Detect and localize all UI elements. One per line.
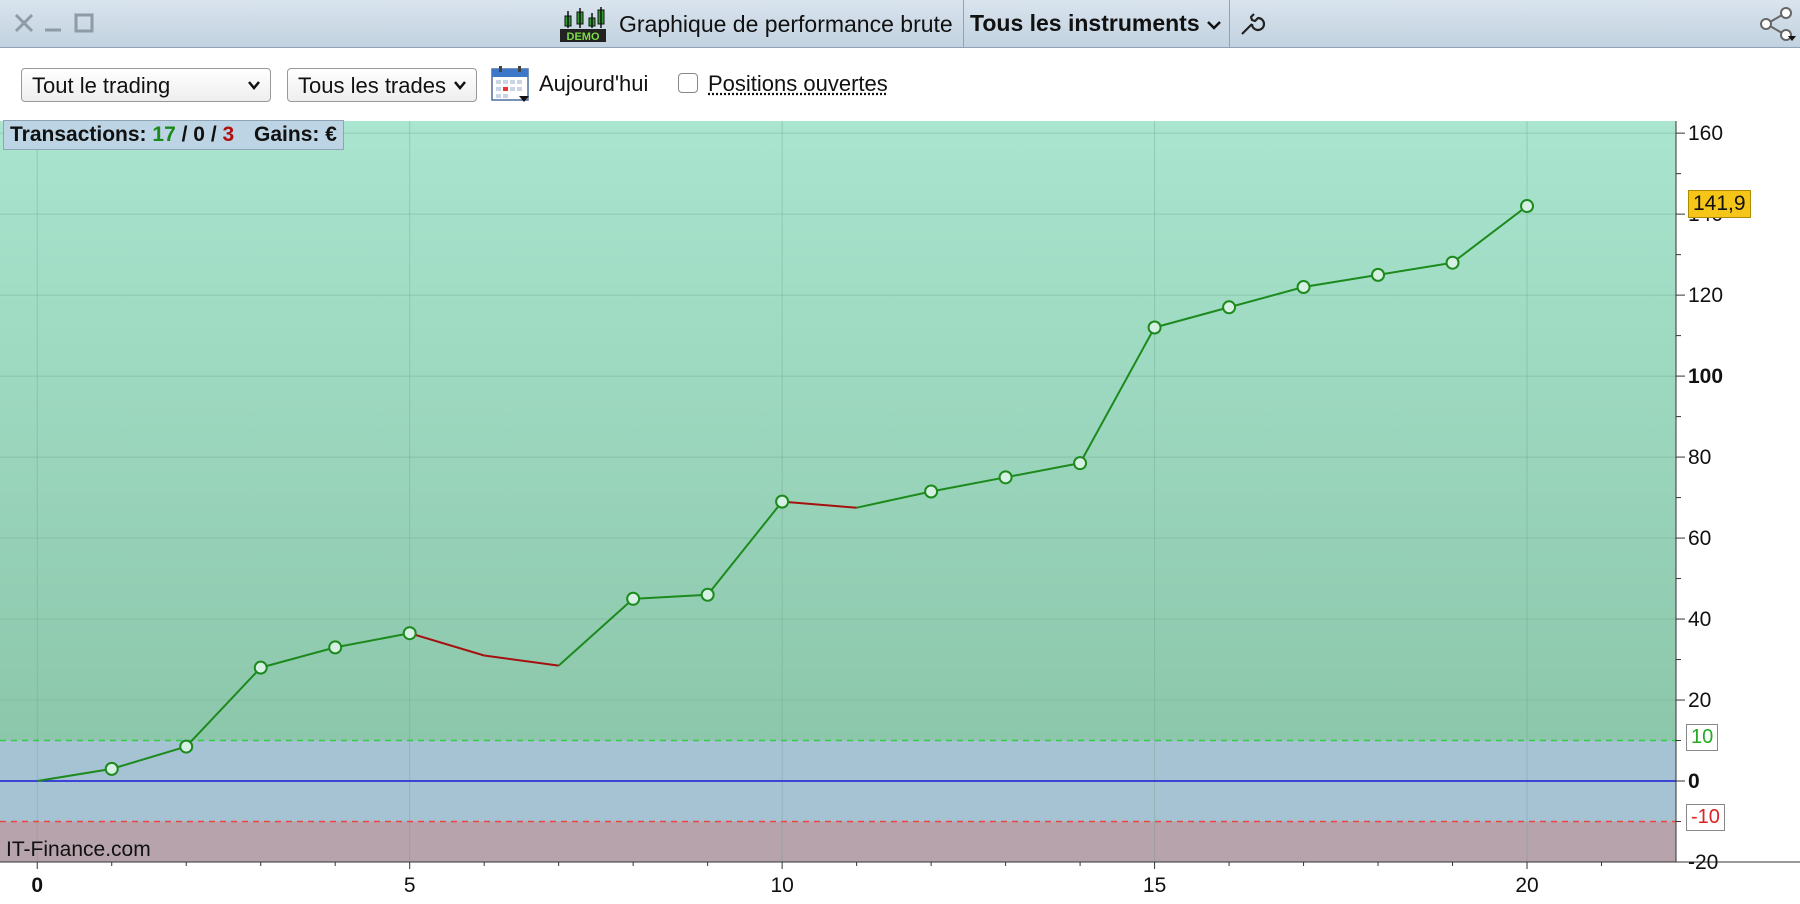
data-point bbox=[924, 484, 939, 499]
neutral-count: 0 bbox=[193, 123, 205, 146]
data-point bbox=[1222, 300, 1237, 315]
data-point bbox=[775, 494, 790, 509]
x-tick-label: 20 bbox=[1515, 874, 1538, 897]
count-separator: / bbox=[210, 123, 217, 146]
data-point bbox=[104, 761, 119, 776]
transactions-label: Transactions: bbox=[10, 123, 147, 146]
data-point bbox=[179, 739, 194, 754]
data-point bbox=[253, 660, 268, 675]
data-point bbox=[1520, 199, 1535, 214]
data-point bbox=[998, 470, 1013, 485]
y-tick-label: 80 bbox=[1688, 446, 1711, 469]
x-tick-label: 10 bbox=[770, 874, 793, 897]
watermark: IT-Finance.com bbox=[6, 838, 151, 861]
data-point bbox=[700, 587, 715, 602]
last-value-tag: 141,9 bbox=[1688, 190, 1751, 218]
y-tick-label: 0 bbox=[1688, 770, 1700, 793]
upper-threshold-tag: 10 bbox=[1686, 724, 1719, 751]
data-point bbox=[1445, 255, 1460, 270]
y-tick-label: 60 bbox=[1688, 527, 1711, 550]
y-tick-label: 120 bbox=[1688, 284, 1723, 307]
x-tick-label: 15 bbox=[1143, 874, 1166, 897]
data-point bbox=[1296, 280, 1311, 295]
count-separator: / bbox=[181, 123, 188, 146]
loss-zone bbox=[0, 821, 1676, 862]
data-point bbox=[328, 640, 343, 655]
y-tick-label: 160 bbox=[1688, 122, 1723, 145]
lower-threshold-tag: -10 bbox=[1686, 804, 1725, 831]
x-tick-label: 5 bbox=[404, 874, 416, 897]
y-tick-label: 100 bbox=[1688, 365, 1723, 388]
transactions-summary: Transactions: 17 / 0 / 3 Gains: € bbox=[3, 120, 344, 150]
data-point bbox=[1073, 456, 1088, 471]
y-tick-label: 40 bbox=[1688, 608, 1711, 631]
data-point bbox=[626, 591, 641, 606]
x-tick-label: 0 bbox=[31, 874, 43, 897]
y-tick-label: -20 bbox=[1688, 851, 1718, 874]
gains-label: Gains: € bbox=[254, 123, 337, 146]
winning-count: 17 bbox=[152, 123, 176, 146]
losing-count: 3 bbox=[222, 123, 235, 146]
data-point bbox=[1371, 267, 1386, 282]
data-point bbox=[402, 626, 417, 641]
y-tick-label: 20 bbox=[1688, 689, 1711, 712]
data-point bbox=[1147, 320, 1162, 335]
